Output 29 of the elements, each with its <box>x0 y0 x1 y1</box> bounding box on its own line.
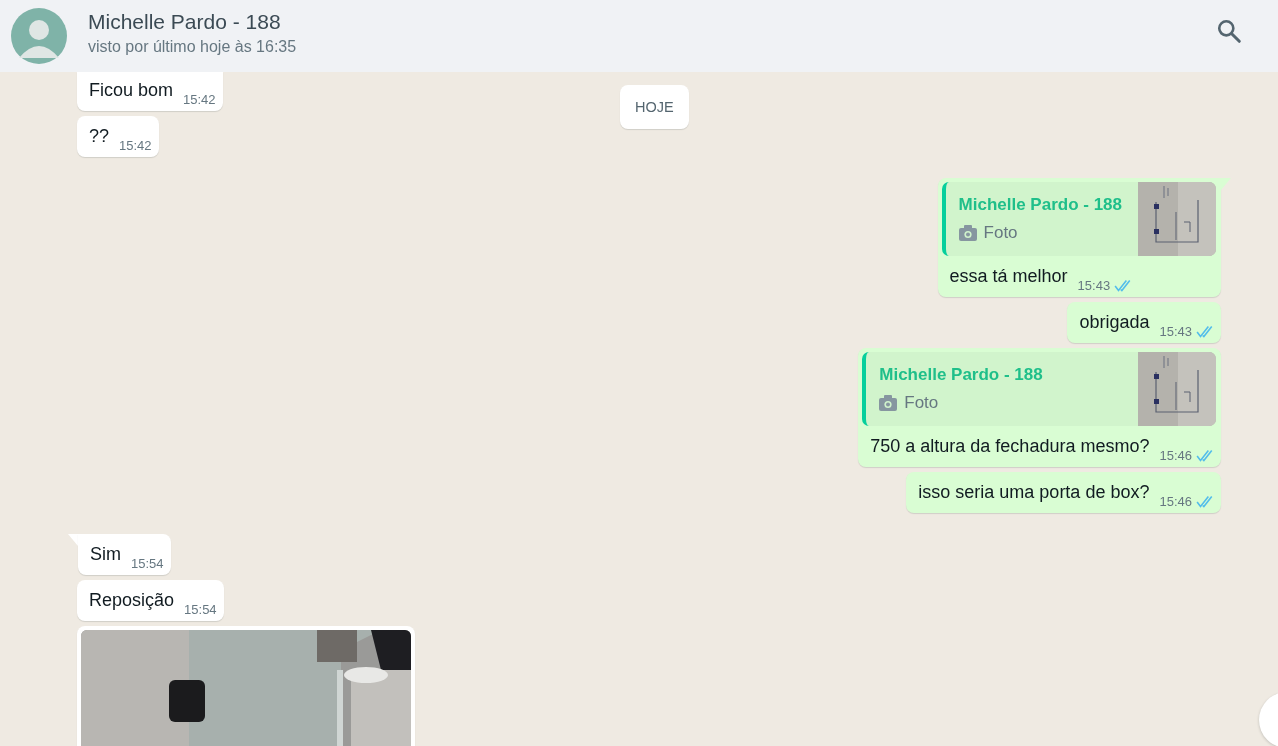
message-text: isso seria uma porta de box? <box>918 481 1150 504</box>
message-text: Reposição <box>89 589 175 612</box>
quote-author: Michelle Pardo - 188 <box>958 195 1122 215</box>
message-text: Sim <box>90 543 121 566</box>
message-time: 15:43 <box>1159 324 1192 339</box>
quoted-message[interactable]: Michelle Pardo - 188 Foto <box>941 182 1216 256</box>
quote-author: Michelle Pardo - 188 <box>879 365 1044 385</box>
message-time: 15:54 <box>184 602 217 617</box>
quote-label: Foto <box>904 393 939 413</box>
camera-icon <box>879 395 898 411</box>
message-time: 15:43 <box>1077 278 1111 293</box>
message-text: 750 a altura da fechadura mesmo? <box>870 435 1150 458</box>
message-time: 15:46 <box>1159 494 1192 509</box>
message-text: Ficou bom <box>89 79 174 102</box>
message-time: 15:54 <box>131 556 164 571</box>
message-text: essa tá melhor <box>949 265 1068 288</box>
date-chip: HOJE <box>620 85 689 129</box>
camera-icon <box>958 225 977 241</box>
message-text: ?? <box>89 125 110 148</box>
last-seen-status: visto por último hoje às 16:35 <box>88 38 297 56</box>
message-time: 15:42 <box>183 92 216 107</box>
message-time: 15:46 <box>1159 448 1192 463</box>
search-icon[interactable] <box>1216 18 1242 44</box>
avatar[interactable] <box>11 8 67 64</box>
contact-name[interactable]: Michelle Pardo - 188 <box>88 10 281 34</box>
quoted-message[interactable]: Michelle Pardo - 188 Foto <box>862 352 1216 426</box>
quote-label: Foto <box>983 223 1018 243</box>
message-time: 15:42 <box>119 138 152 153</box>
message-text: obrigada <box>1079 311 1150 334</box>
